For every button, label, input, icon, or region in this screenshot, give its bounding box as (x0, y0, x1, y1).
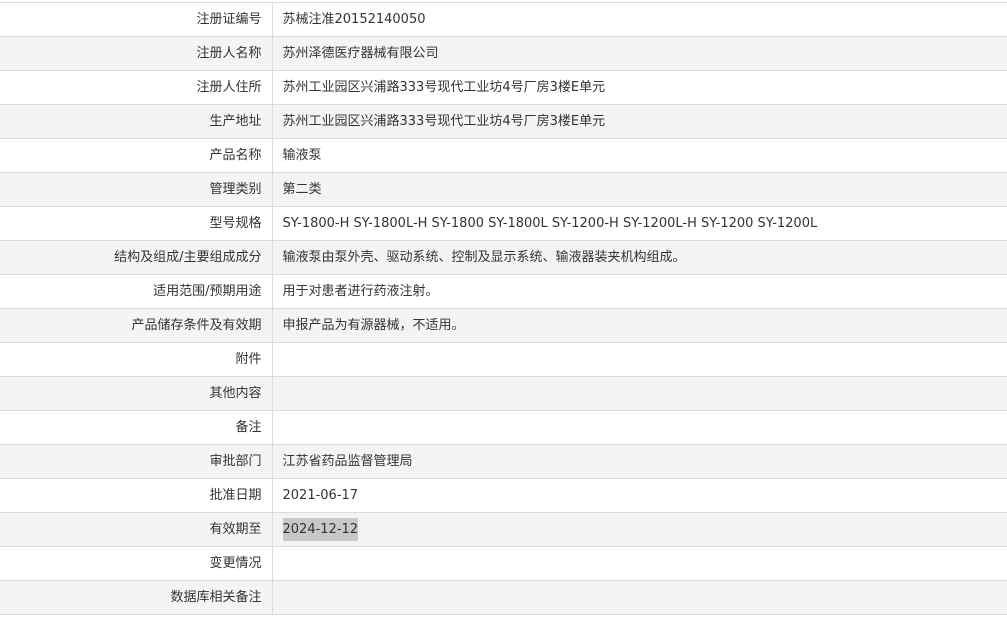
row-approval-department: 审批部门 江苏省药品监督管理局 (0, 444, 1007, 479)
row-management-class: 管理类别 第二类 (0, 172, 1007, 207)
row-registrant-name: 注册人名称 苏州泽德医疗器械有限公司 (0, 36, 1007, 71)
value-other-content (272, 376, 1007, 411)
value-remarks (272, 410, 1007, 445)
value-approval-date: 2021-06-17 (272, 478, 1007, 513)
registration-record-table: 注册证编号 苏械注准20152140050 注册人名称 苏州泽德医疗器械有限公司… (0, 2, 1007, 615)
value-registrant-address: 苏州工业园区兴浦路333号现代工业坊4号厂房3楼E单元 (272, 70, 1007, 105)
label-registrant-address: 注册人住所 (0, 70, 273, 105)
value-model-spec: SY-1800-H SY-1800L-H SY-1800 SY-1800L SY… (272, 206, 1007, 241)
label-storage-validity: 产品储存条件及有效期 (0, 308, 273, 343)
value-management-class: 第二类 (272, 172, 1007, 207)
row-database-remarks: 数据库相关备注 (0, 580, 1007, 615)
value-registrant-name: 苏州泽德医疗器械有限公司 (272, 36, 1007, 71)
value-change-status (272, 546, 1007, 581)
value-intended-use: 用于对患者进行药液注射。 (272, 274, 1007, 309)
label-other-content: 其他内容 (0, 376, 273, 411)
row-other-content: 其他内容 (0, 376, 1007, 411)
row-product-name: 产品名称 输液泵 (0, 138, 1007, 173)
label-valid-until: 有效期至 (0, 512, 273, 547)
label-management-class: 管理类别 (0, 172, 273, 207)
label-attachments: 附件 (0, 342, 273, 377)
value-database-remarks (272, 580, 1007, 615)
row-valid-until: 有效期至 2024-12-12 (0, 512, 1007, 547)
row-structure-composition: 结构及组成/主要组成成分 输液泵由泵外壳、驱动系统、控制及显示系统、输液器装夹机… (0, 240, 1007, 275)
label-change-status: 变更情况 (0, 546, 273, 581)
value-valid-until-selected-text[interactable]: 2024-12-12 (282, 518, 359, 541)
value-structure-composition: 输液泵由泵外壳、驱动系统、控制及显示系统、输液器装夹机构组成。 (272, 240, 1007, 275)
label-registrant-name: 注册人名称 (0, 36, 273, 71)
label-structure-composition: 结构及组成/主要组成成分 (0, 240, 273, 275)
label-approval-department: 审批部门 (0, 444, 273, 479)
row-approval-date: 批准日期 2021-06-17 (0, 478, 1007, 513)
row-intended-use: 适用范围/预期用途 用于对患者进行药液注射。 (0, 274, 1007, 309)
value-attachments (272, 342, 1007, 377)
label-intended-use: 适用范围/预期用途 (0, 274, 273, 309)
value-registration-number: 苏械注准20152140050 (272, 2, 1007, 37)
label-model-spec: 型号规格 (0, 206, 273, 241)
label-remarks: 备注 (0, 410, 273, 445)
label-production-address: 生产地址 (0, 104, 273, 139)
label-registration-number: 注册证编号 (0, 2, 273, 37)
value-storage-validity: 申报产品为有源器械，不适用。 (272, 308, 1007, 343)
row-change-status: 变更情况 (0, 546, 1007, 581)
row-registration-number: 注册证编号 苏械注准20152140050 (0, 2, 1007, 37)
label-database-remarks: 数据库相关备注 (0, 580, 273, 615)
record-table-body: 注册证编号 苏械注准20152140050 注册人名称 苏州泽德医疗器械有限公司… (0, 2, 1007, 615)
row-storage-validity: 产品储存条件及有效期 申报产品为有源器械，不适用。 (0, 308, 1007, 343)
value-approval-department: 江苏省药品监督管理局 (272, 444, 1007, 479)
value-product-name: 输液泵 (272, 138, 1007, 173)
row-remarks: 备注 (0, 410, 1007, 445)
row-attachments: 附件 (0, 342, 1007, 377)
value-valid-until-cell: 2024-12-12 (272, 512, 1007, 547)
label-product-name: 产品名称 (0, 138, 273, 173)
label-approval-date: 批准日期 (0, 478, 273, 513)
row-production-address: 生产地址 苏州工业园区兴浦路333号现代工业坊4号厂房3楼E单元 (0, 104, 1007, 139)
value-production-address: 苏州工业园区兴浦路333号现代工业坊4号厂房3楼E单元 (272, 104, 1007, 139)
row-model-spec: 型号规格 SY-1800-H SY-1800L-H SY-1800 SY-180… (0, 206, 1007, 241)
row-registrant-address: 注册人住所 苏州工业园区兴浦路333号现代工业坊4号厂房3楼E单元 (0, 70, 1007, 105)
